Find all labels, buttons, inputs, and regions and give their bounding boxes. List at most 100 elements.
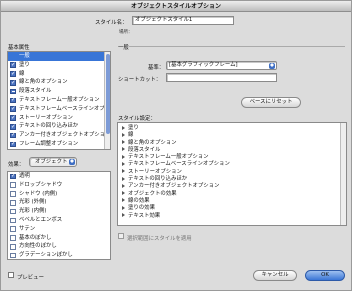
disclosure-triangle-icon[interactable] — [122, 154, 125, 159]
checkbox[interactable] — [10, 172, 16, 180]
style-setting-label: 線 — [128, 132, 134, 139]
effect-item[interactable]: ドロップシャドウ — [8, 181, 110, 190]
shortcut-input[interactable] — [166, 73, 277, 82]
basic-attribute-item-label: テキストフレーム一般オプション — [19, 96, 100, 103]
basic-attribute-item[interactable]: 塗り — [8, 61, 110, 70]
checkbox[interactable] — [10, 105, 16, 113]
effect-item-label: グラデーションぼかし — [19, 252, 73, 259]
disclosure-triangle-icon[interactable] — [122, 125, 125, 130]
checkbox[interactable] — [10, 61, 16, 69]
checkbox[interactable] — [10, 199, 16, 206]
checkbox[interactable] — [10, 96, 16, 104]
style-setting-item[interactable]: テキストフレームベースラインオプション — [118, 161, 346, 168]
effect-item-label: シャドウ (内側) — [19, 190, 58, 197]
basic-attribute-item[interactable]: 線 — [8, 70, 110, 79]
style-name-input[interactable]: オブジェクトスタイル1 — [132, 16, 234, 25]
basic-attributes-scrollbar[interactable] — [104, 52, 110, 149]
checkbox[interactable] — [10, 226, 16, 232]
effect-item[interactable]: グラデーションぼかし — [8, 251, 110, 259]
basic-attribute-item[interactable]: 一般 — [8, 52, 110, 61]
general-divider — [129, 46, 345, 47]
checkbox[interactable] — [10, 208, 16, 215]
style-settings-scrollbar[interactable] — [340, 123, 346, 225]
checkbox[interactable] — [10, 182, 16, 188]
disclosure-triangle-icon[interactable] — [122, 169, 125, 174]
effect-item-label: 透明 — [19, 173, 30, 179]
basic-attribute-item[interactable]: ストーリーオプション — [8, 114, 110, 123]
style-name-label: スタイル名： — [95, 20, 128, 26]
disclosure-triangle-icon[interactable] — [122, 213, 125, 218]
checkbox[interactable] — [10, 140, 16, 148]
basic-attribute-item[interactable]: アンカー付きオブジェクトオプション — [8, 131, 110, 140]
effect-item[interactable]: 光彩 (内側) — [8, 207, 110, 216]
disclosure-triangle-icon[interactable] — [122, 191, 125, 196]
checkbox[interactable] — [10, 217, 16, 224]
checkbox[interactable] — [10, 114, 16, 122]
apply-to-selection-label: 選択範囲にスタイルを適用 — [127, 236, 192, 242]
reset-to-base-button[interactable]: ベースにリセット — [241, 97, 301, 108]
basic-attribute-item-label: テキストの回り込みほか — [19, 123, 79, 130]
effect-item[interactable]: シャドウ (内側) — [8, 190, 110, 199]
disclosure-triangle-icon[interactable] — [122, 183, 125, 188]
style-setting-label: ストーリーオプション — [128, 168, 182, 175]
style-setting-item[interactable]: テキスト効果 — [118, 213, 346, 220]
effect-item[interactable]: 透明 — [8, 172, 110, 181]
checkbox[interactable] — [10, 131, 16, 140]
basic-attribute-item[interactable]: テキストフレーム一般オプション — [8, 96, 110, 105]
checkbox[interactable] — [10, 123, 16, 131]
style-setting-item[interactable]: 塗り — [118, 125, 346, 132]
checkbox[interactable] — [10, 79, 16, 87]
basic-attribute-item[interactable]: テキストの回り込みほか — [8, 122, 110, 131]
effect-item[interactable]: 基本のぼかし — [8, 234, 110, 243]
dialog-title: オブジェクトスタイルオプション — [1, 1, 351, 12]
effect-item[interactable]: 方向性のぼかし — [8, 242, 110, 251]
effect-item[interactable]: サテン — [8, 225, 110, 234]
basic-attribute-item-label: アンカー付きオブジェクトオプション — [19, 132, 111, 139]
apply-to-selection-checkbox[interactable] — [118, 233, 124, 239]
style-setting-label: 線の効果 — [128, 197, 150, 204]
object-style-options-dialog: オブジェクトスタイルオプション スタイル名： オブジェクトスタイル1 場所： 基… — [0, 0, 352, 291]
style-settings-label: スタイル設定： — [118, 116, 156, 122]
effect-item[interactable]: ベベルとエンボス — [8, 216, 110, 225]
style-setting-item[interactable]: 線と角のオプション — [118, 140, 346, 147]
effect-item-label: 方向性のぼかし — [19, 243, 57, 250]
preview-checkbox[interactable] — [8, 272, 14, 278]
effects-target-select[interactable]: オブジェクト — [29, 157, 77, 167]
disclosure-triangle-icon[interactable] — [122, 161, 125, 166]
style-setting-label: アンカー付きオブジェクトオプション — [128, 183, 220, 190]
checkbox[interactable] — [10, 243, 16, 250]
cancel-button[interactable]: キャンセル — [253, 270, 297, 281]
base-select[interactable]: [基本グラフィックフレーム] — [166, 61, 277, 70]
basic-attribute-item[interactable]: フレーム調整オプション — [8, 140, 110, 149]
effect-item-label: 基本のぼかし — [19, 234, 52, 241]
style-setting-item[interactable]: 塗りの効果 — [118, 205, 346, 212]
style-setting-label: 段落スタイル — [128, 146, 161, 153]
disclosure-triangle-icon[interactable] — [122, 198, 125, 203]
disclosure-triangle-icon[interactable] — [122, 176, 125, 181]
shortcut-label: ショートカット： — [118, 77, 162, 83]
checkbox[interactable] — [10, 70, 16, 78]
effects-list: 透明ドロップシャドウシャドウ (内側) 光彩 (外側) 光彩 (内側)ベベルとエンボ… — [7, 171, 111, 260]
disclosure-triangle-icon[interactable] — [122, 132, 125, 137]
effect-item-label: ベベルとエンボス — [19, 216, 63, 223]
basic-attribute-item[interactable]: 段落スタイル — [8, 87, 110, 96]
ok-button[interactable]: OK — [305, 270, 345, 281]
style-setting-item[interactable]: アンカー付きオブジェクトオプション — [118, 183, 346, 190]
checkbox[interactable] — [10, 252, 16, 259]
effect-item[interactable]: 光彩 (外側) — [8, 198, 110, 207]
checkbox[interactable] — [10, 235, 16, 241]
checkbox[interactable] — [10, 191, 16, 197]
basic-attribute-item[interactable]: テキストフレームベースラインオプション — [8, 105, 110, 114]
basic-attribute-item[interactable]: 線と角のオプション — [8, 78, 110, 87]
disclosure-triangle-icon[interactable] — [122, 140, 125, 145]
style-setting-item[interactable]: ストーリーオプション — [118, 169, 346, 176]
disclosure-triangle-icon[interactable] — [122, 205, 125, 210]
style-setting-item[interactable]: 線 — [118, 132, 346, 139]
basic-attribute-item-label: 線 — [19, 70, 25, 77]
style-setting-item[interactable]: オブジェクトの効果 — [118, 191, 346, 198]
effect-item-label: 光彩 (内側) — [19, 208, 47, 215]
disclosure-triangle-icon[interactable] — [122, 147, 125, 152]
basic-attributes-list: 一般塗り線線と角のオプション段落スタイルテキストフレーム一般オプションテキストフ… — [7, 51, 111, 150]
checkbox[interactable] — [10, 88, 16, 95]
chevron-updown-icon — [269, 63, 275, 69]
